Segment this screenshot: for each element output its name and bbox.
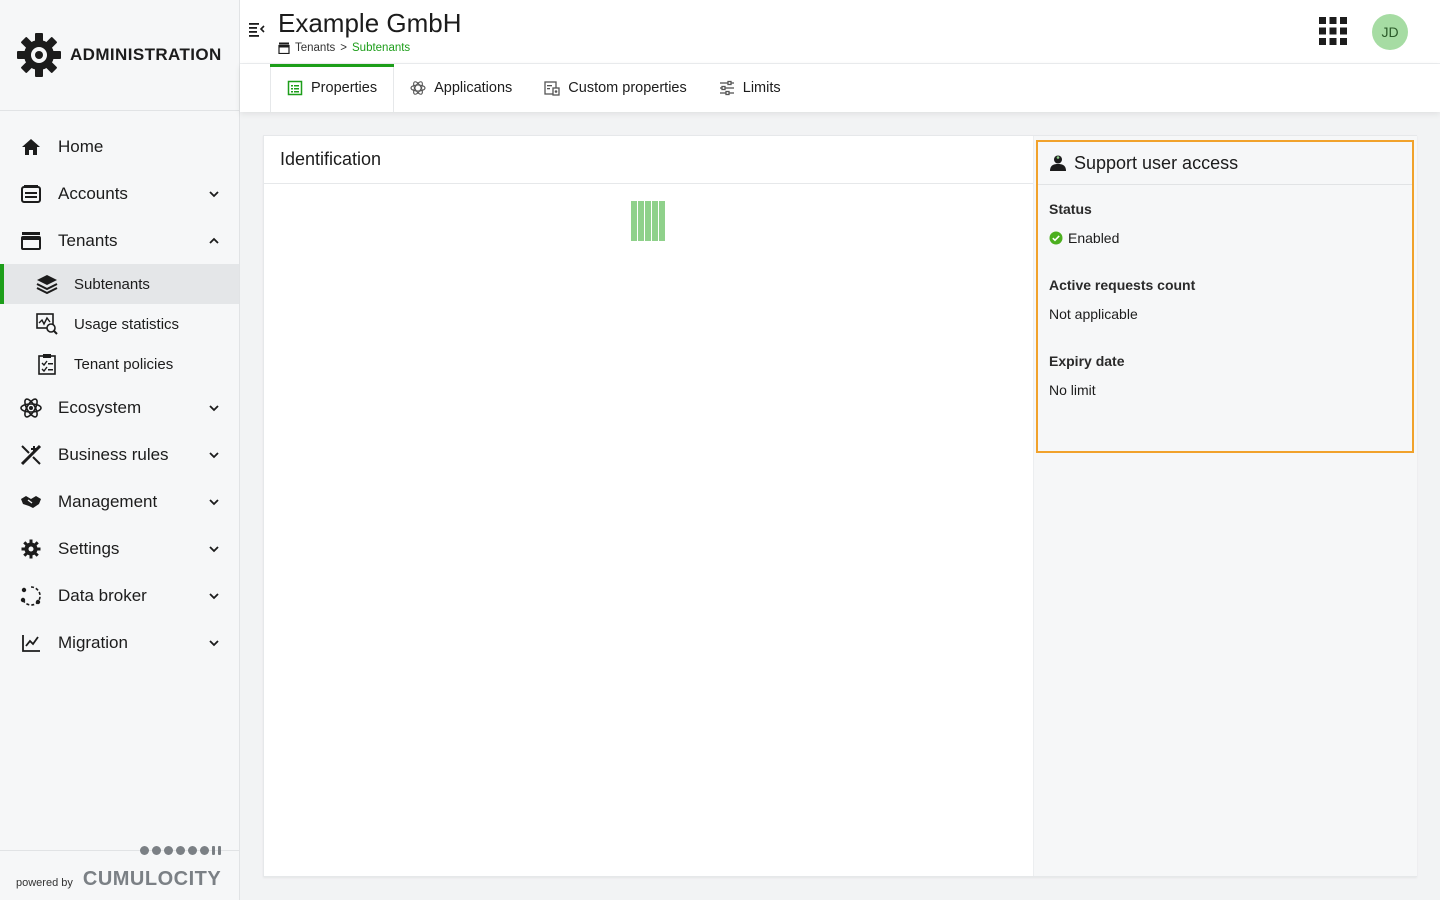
sidebar-item-label: Data broker: [58, 585, 147, 605]
properties-panel: Identification Support user access Statu…: [263, 135, 1417, 877]
support-access-card: Support user access Status Enabled Activ…: [1036, 140, 1414, 453]
sidebar-item-label: Home: [58, 136, 104, 156]
page-title: Example GmbH: [278, 8, 462, 38]
accounts-icon: [20, 183, 42, 205]
tab-label: Applications: [434, 80, 513, 96]
sidebar-nav: Home Accounts Tenants Subtenants Usage s…: [0, 111, 239, 666]
sidebar-item-data-broker[interactable]: Data broker: [0, 572, 239, 619]
loading-indicator: [631, 201, 665, 241]
tab-bar: Properties Applications Custom propertie…: [240, 64, 1440, 112]
status-field: Status Enabled: [1049, 201, 1401, 246]
breadcrumb-current[interactable]: Subtenants: [352, 42, 410, 54]
sidebar-item-label: Ecosystem: [58, 397, 142, 417]
home-icon: [20, 136, 42, 158]
status-text: Enabled: [1068, 230, 1120, 246]
status-label: Status: [1049, 201, 1092, 217]
expiry-date-field: Expiry date No limit: [1049, 353, 1401, 398]
chevron-down-icon: [207, 636, 221, 650]
sidebar-item-label: Tenant policies: [74, 355, 174, 373]
migration-icon: [20, 632, 42, 654]
identification-title: Identification: [264, 136, 1033, 184]
sidebar-item-label: Subtenants: [74, 275, 150, 293]
sidebar-item-tenant-policies[interactable]: Tenant policies: [0, 344, 239, 384]
sidebar-item-label: Business rules: [58, 444, 169, 464]
powered-by-footer: powered by CUMULOCITY: [0, 846, 239, 900]
expiry-date-value: No limit: [1049, 382, 1096, 398]
check-circle-icon: [1049, 231, 1063, 245]
chevron-down-icon: [207, 589, 221, 603]
sidebar-item-label: Settings: [58, 538, 120, 558]
chevron-down-icon: [207, 448, 221, 462]
breadcrumb-separator: >: [340, 42, 347, 54]
support-access-body: Status Enabled Active requests count Not…: [1038, 185, 1412, 398]
brand: ADMINISTRATION: [0, 0, 239, 111]
identification-card: Identification: [264, 136, 1033, 876]
chevron-down-icon: [207, 542, 221, 556]
properties-icon: [287, 80, 303, 96]
powered-by-label: powered by: [16, 877, 73, 889]
sidebar-item-tenants[interactable]: Tenants: [0, 217, 239, 264]
tenants-icon: [20, 230, 42, 252]
usage-statistics-icon: [36, 313, 58, 335]
breadcrumb: Tenants > Subtenants: [278, 42, 410, 54]
chevron-down-icon: [207, 187, 221, 201]
sidebar-item-label: Management: [58, 491, 158, 511]
limits-icon: [719, 80, 735, 96]
active-requests-label: Active requests count: [1049, 277, 1196, 293]
chevron-up-icon: [207, 234, 221, 248]
app-switcher-grid-icon[interactable]: [1319, 17, 1347, 45]
sidebar-toggle-icon[interactable]: [248, 20, 266, 38]
support-access-column: Support user access Status Enabled Activ…: [1033, 136, 1417, 876]
chevron-down-icon: [207, 401, 221, 415]
sidebar-item-business-rules[interactable]: Business rules: [0, 431, 239, 478]
gear-icon: [20, 538, 42, 560]
sidebar-item-settings[interactable]: Settings: [0, 525, 239, 572]
support-access-title: Support user access: [1074, 152, 1239, 173]
custom-properties-icon: [544, 80, 560, 96]
chevron-down-icon: [207, 495, 221, 509]
tab-label: Limits: [742, 80, 781, 96]
sidebar-item-usage-statistics[interactable]: Usage statistics: [0, 304, 239, 344]
avatar[interactable]: JD: [1372, 14, 1408, 50]
gear-logo-icon: [17, 33, 61, 77]
tenant-policies-icon: [36, 353, 58, 375]
vendor-logo: CUMULOCITY: [82, 846, 222, 891]
applications-icon: [410, 80, 426, 96]
active-requests-value: Not applicable: [1049, 306, 1138, 322]
sidebar-item-subtenants[interactable]: Subtenants: [0, 264, 239, 304]
status-value: Enabled: [1049, 230, 1401, 246]
ecosystem-icon: [20, 397, 42, 419]
sidebar-item-ecosystem[interactable]: Ecosystem: [0, 384, 239, 431]
sidebar-item-label: Migration: [58, 632, 128, 652]
vendor-name: CUMULOCITY: [82, 868, 222, 890]
active-requests-field: Active requests count Not applicable: [1049, 277, 1401, 322]
tab-properties[interactable]: Properties: [270, 64, 395, 112]
vendor-logo-dots-icon: [140, 846, 222, 855]
tab-label: Properties: [311, 80, 378, 96]
business-rules-icon: [20, 444, 42, 466]
management-icon: [20, 491, 42, 513]
layers-icon: [36, 273, 58, 295]
page-header: Example GmbH Tenants > Subtenants JD: [240, 0, 1440, 64]
sidebar: ADMINISTRATION Home Accounts Tenants Sub…: [0, 0, 240, 900]
sidebar-item-label: Usage statistics: [74, 315, 180, 333]
support-user-icon: [1049, 154, 1067, 172]
sidebar-item-label: Tenants: [58, 230, 118, 250]
breadcrumb-parent[interactable]: Tenants: [295, 42, 335, 54]
tab-limits[interactable]: Limits: [703, 64, 797, 112]
sidebar-item-accounts[interactable]: Accounts: [0, 170, 239, 217]
data-broker-icon: [20, 585, 42, 607]
tab-applications[interactable]: Applications: [394, 64, 528, 112]
sidebar-item-migration[interactable]: Migration: [0, 619, 239, 666]
tenants-icon: [278, 42, 290, 54]
app-title: ADMINISTRATION: [70, 45, 222, 64]
tab-label: Custom properties: [568, 80, 687, 96]
expiry-date-label: Expiry date: [1049, 353, 1125, 369]
support-access-header: Support user access: [1038, 142, 1412, 185]
sidebar-item-home[interactable]: Home: [0, 123, 239, 170]
sidebar-item-management[interactable]: Management: [0, 478, 239, 525]
sidebar-item-label: Accounts: [58, 183, 128, 203]
tab-custom-properties[interactable]: Custom properties: [528, 64, 702, 112]
